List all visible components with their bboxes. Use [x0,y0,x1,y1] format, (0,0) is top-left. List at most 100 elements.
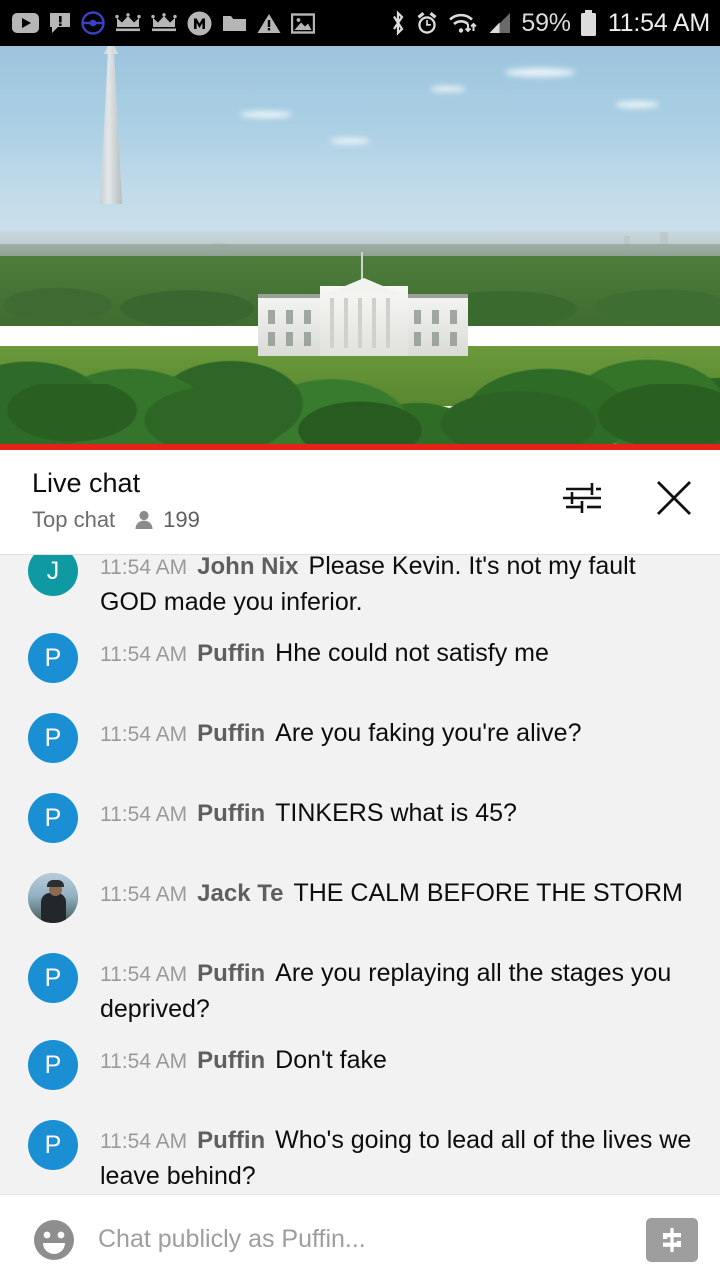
chat-message-body: 11:54 AM Puffin Who's going to lead all of… [78,1107,698,1194]
chat-message-body: 11:54 AM Puffin Are you faking you're aliv… [78,700,698,752]
chat-message-body: 11:54 AM Puffin Are you replaying all the … [78,940,698,1027]
cloud-shape [240,111,292,118]
message-author[interactable]: John Nix [197,555,298,580]
pokeball-icon [81,11,105,35]
chat-mode-label[interactable]: Top chat [32,507,115,533]
message-author[interactable]: Puffin [197,640,265,667]
avatar[interactable]: P [28,633,78,683]
status-bar[interactable]: 59% 11:54 AM [0,0,720,46]
status-bar-notification-icons [12,11,315,36]
chat-message-row[interactable]: P 11:54 AM Puffin TINKERS what is 45? [0,780,720,860]
chat-message-row[interactable]: 11:54 AM Jack Te THE CALM BEFORE THE STORM [0,860,720,940]
chat-message-body: 11:54 AM Jack Te THE CALM BEFORE THE STORM [78,860,698,912]
chat-message-body: 11:54 AM Puffin TINKERS what is 45? [78,780,698,832]
battery-percent-label: 59% [521,8,571,37]
crown-icon-2 [151,13,177,32]
message-author[interactable]: Jack Te [197,880,283,907]
chat-message-row[interactable]: P 11:54 AM Puffin Are you faking you're ali… [0,700,720,780]
avatar[interactable]: P [28,953,78,1003]
chat-message-body: 11:54 AM Puffin Don't fake [78,1027,698,1079]
avatar-initial: P [44,1130,62,1159]
chat-message-row[interactable]: P 11:54 AM Puffin Hhe could not satisfy me [0,620,720,700]
avatar-initial: P [44,803,62,832]
message-text: Who's going to lead all of the lives we … [100,1126,692,1190]
avatar[interactable]: P [28,713,78,763]
avatar[interactable]: J [28,555,78,596]
message-timestamp: 11:54 AM [100,643,188,666]
viewer-count: 199 [163,507,200,533]
super-chat-button[interactable] [646,1217,698,1262]
alarm-icon [417,11,437,34]
video-player[interactable] [0,46,720,450]
chat-input[interactable] [82,1225,646,1254]
avatar-initial: P [44,643,62,672]
message-timestamp: 11:54 AM [100,1050,188,1073]
wifi-icon [449,13,477,33]
avatar[interactable]: P [28,1040,78,1090]
message-timestamp: 11:54 AM [100,1130,188,1153]
message-timestamp: 11:54 AM [100,723,188,746]
message-timestamp: 11:54 AM [100,556,188,579]
avatar-initial: J [46,556,60,585]
tune-sliders-icon [563,483,601,513]
live-chat-header: Live chat Top chat 199 [0,450,720,554]
battery-icon [580,9,596,36]
emoji-smiley-icon [34,1219,74,1260]
message-timestamp: 11:54 AM [100,803,188,826]
chat-message-row[interactable]: P 11:54 AM Puffin Don't fake [0,1027,720,1107]
chat-input-bar [0,1194,720,1284]
chat-header-actions [560,468,696,520]
cloud-shape [615,101,659,108]
avatar-photo-cap [47,880,64,887]
cloud-shape [430,86,466,92]
signal-icon [489,12,511,33]
cloud-shape [505,68,575,77]
chat-header-titles: Live chat Top chat 199 [32,468,200,533]
message-author[interactable]: Puffin [197,960,265,987]
person-icon [135,510,153,530]
message-text: Are you faking you're alive? [275,719,582,747]
chat-message-body: 11:54 AM Puffin Hhe could not satisfy me [78,620,698,672]
message-author[interactable]: Puffin [197,1047,265,1074]
chat-message-list-inner: J 11:54 AM John Nix Please Kevin. It's not … [0,555,720,1194]
avatar-photo-body [41,893,66,923]
chat-message-row[interactable]: P 11:54 AM Puffin Who's going to lead all o… [0,1107,720,1194]
folder-icon [223,16,246,31]
close-chat-button[interactable] [652,476,696,520]
chat-message-list[interactable]: J 11:54 AM John Nix Please Kevin. It's not … [0,554,720,1194]
crown-icon-1 [115,13,141,32]
chat-message-row[interactable]: P 11:54 AM Puffin Are you replaying all the… [0,940,720,1027]
messenger-icon [187,11,212,35]
avatar[interactable]: P [28,1120,78,1170]
chat-settings-button[interactable] [560,476,604,520]
message-author[interactable]: Puffin [197,800,265,827]
message-alert-icon [50,13,70,33]
bluetooth-icon [393,10,404,36]
dollar-sign-icon [663,1227,681,1252]
avatar[interactable]: P [28,793,78,843]
foreground-trees [0,384,720,450]
message-timestamp: 11:54 AM [100,883,188,906]
chat-message-row[interactable]: J 11:54 AM John Nix Please Kevin. It's not … [0,555,720,620]
message-author[interactable]: Puffin [197,1127,265,1154]
emoji-picker-button[interactable] [26,1212,82,1268]
cloud-shape [330,138,370,144]
message-author[interactable]: Puffin [197,720,265,747]
chat-message-body: 11:54 AM John Nix Please Kevin. It's not m… [78,555,698,620]
close-icon [657,481,691,515]
message-timestamp: 11:54 AM [100,963,188,986]
message-text: THE CALM BEFORE THE STORM [293,879,683,907]
image-icon [291,12,315,34]
status-bar-system-icons: 59% 11:54 AM [390,9,710,38]
youtube-icon [12,13,39,33]
chat-subrow[interactable]: Top chat 199 [32,507,200,533]
message-text: Hhe could not satisfy me [275,639,549,667]
warning-icon [257,13,281,33]
avatar[interactable] [28,873,78,923]
avatar-initial: P [44,1050,62,1079]
message-text: Don't fake [275,1046,387,1074]
message-text: TINKERS what is 45? [275,799,517,827]
chat-title: Live chat [32,468,141,498]
flagpole [361,252,363,280]
avatar-initial: P [44,723,62,752]
